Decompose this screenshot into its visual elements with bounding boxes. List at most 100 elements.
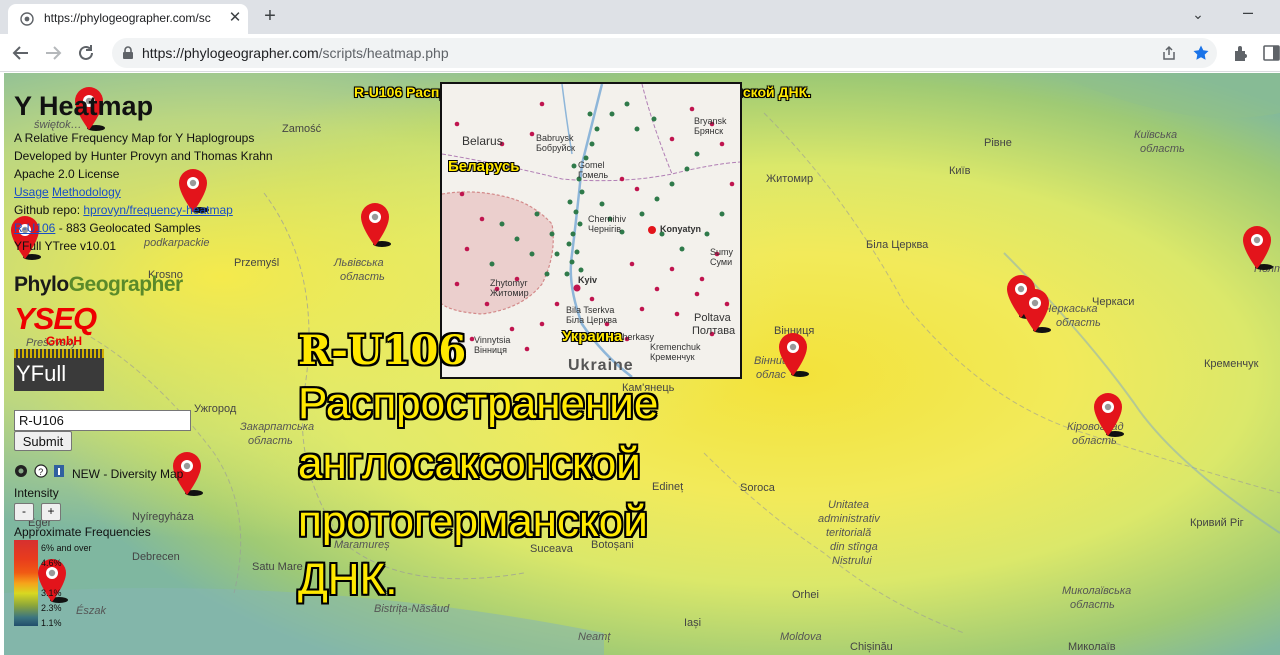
overlay-caption-line: Распространение xyxy=(298,379,659,428)
map-marker-icon[interactable] xyxy=(1240,223,1274,271)
chevron-down-icon[interactable]: ⌄ xyxy=(1186,6,1210,26)
license-text: Apache 2.0 License xyxy=(14,167,120,181)
yfull-logo[interactable]: YFull xyxy=(14,349,104,391)
inset-label: Ukraine xyxy=(568,357,634,374)
layers-icon[interactable] xyxy=(15,465,27,477)
map-label: область xyxy=(1056,317,1101,329)
yseq-logo[interactable]: YSEQ xyxy=(14,301,97,337)
map-label: Рівне xyxy=(984,137,1012,149)
star-icon[interactable] xyxy=(1192,44,1210,62)
map-label: Львівська xyxy=(334,257,384,269)
intensity-increase-button[interactable]: + xyxy=(41,503,61,521)
tab-strip: https://phylogeographer.com/sc ✕ + ⌄ – xyxy=(0,0,1280,34)
methodology-link[interactable]: Methodology xyxy=(52,185,121,199)
share-icon[interactable] xyxy=(1160,44,1178,62)
map-label: область xyxy=(340,271,385,283)
inset-label: Гомель xyxy=(578,170,609,180)
submit-button[interactable]: Submit xyxy=(14,431,72,451)
map-label: Кривий Ріг xyxy=(1190,517,1244,529)
intensity-decrease-button[interactable]: - xyxy=(14,503,34,521)
tab-title: https://phylogeographer.com/sc xyxy=(44,11,211,25)
minimize-icon[interactable]: – xyxy=(1236,2,1260,22)
map-label: Ужгород xyxy=(194,403,237,415)
forward-arrow-icon[interactable] xyxy=(42,42,64,64)
map-label: teritorială xyxy=(826,527,872,539)
lock-icon[interactable] xyxy=(122,46,134,60)
intensity-label: Intensity xyxy=(14,486,59,500)
inset-label: Zhytomyr xyxy=(490,278,528,288)
logo-stripe xyxy=(14,349,104,358)
usage-link[interactable]: Usage xyxy=(14,185,49,199)
github-prefix: Github repo: xyxy=(14,203,84,217)
map-label: Кременчук xyxy=(1204,358,1259,370)
tree-version: YFull YTree v10.01 xyxy=(14,239,117,253)
inset-label: Біла Церква xyxy=(566,315,617,325)
inset-label: Брянск xyxy=(694,126,724,136)
legend-label: 1.1% xyxy=(41,618,62,628)
logo-part: Phylo xyxy=(14,273,69,296)
browser-tab[interactable]: https://phylogeographer.com/sc ✕ xyxy=(8,4,248,34)
overlay-caption-line: ДНК. xyxy=(298,555,398,604)
samples-line: R-U106 - 883 Geolocated Samples xyxy=(14,221,201,235)
side-panel-icon[interactable] xyxy=(1262,43,1280,63)
inset-label: Vinnytsia xyxy=(474,335,511,345)
map-label: Chișinău xyxy=(850,641,893,653)
browser-toolbar: https://phylogeographer.com/scripts/heat… xyxy=(0,34,1280,72)
map-label: Észak xyxy=(76,605,106,617)
map-label: Edineț xyxy=(652,481,684,493)
map-tools: ? xyxy=(15,464,64,478)
haplogroup-link[interactable]: R-U106 xyxy=(14,221,55,235)
map-label: область xyxy=(1140,143,1185,155)
close-icon[interactable]: ✕ xyxy=(226,9,244,27)
map-label: Київська xyxy=(1134,129,1178,141)
inset-label: Gomel xyxy=(578,160,605,170)
samples-count: - 883 Geolocated Samples xyxy=(55,221,201,235)
extensions-icon[interactable] xyxy=(1232,43,1252,63)
inset-label: Бобруйск xyxy=(536,143,575,153)
inset-label: Суми xyxy=(710,257,733,267)
overlay-caption-line: протогерманской xyxy=(298,497,648,546)
help-links: Usage Methodology xyxy=(14,185,121,199)
legend-label: 6% and over xyxy=(41,543,92,553)
diversity-map-link[interactable]: NEW - Diversity Map xyxy=(72,467,183,481)
address-bar[interactable]: https://phylogeographer.com/scripts/heat… xyxy=(112,38,1217,68)
map-label: Satu Mare xyxy=(252,561,303,573)
back-arrow-icon[interactable] xyxy=(10,42,32,64)
inset-label: Konyatyn xyxy=(660,224,702,234)
legend-label: 2.3% xyxy=(41,603,62,613)
inset-label: Житомир xyxy=(490,288,529,298)
globe-icon xyxy=(20,12,34,26)
url-text[interactable]: https://phylogeographer.com/scripts/heat… xyxy=(142,45,449,61)
help-icon[interactable]: ? xyxy=(34,464,48,478)
inset-country-label: Украина xyxy=(562,328,623,345)
map-label: Iași xyxy=(684,617,702,629)
map-label: Neamț xyxy=(578,631,611,643)
map-label: Soroca xyxy=(740,482,775,494)
legend-label: 3.1% xyxy=(41,588,62,598)
yfull-logo-text: YFull xyxy=(16,361,67,386)
inset-label: Kremenchuk xyxy=(650,342,701,352)
map-label: Nistrului xyxy=(832,555,872,567)
reload-icon[interactable] xyxy=(75,42,97,64)
map-label: Zamość xyxy=(282,123,322,135)
map-label: Moldova xyxy=(780,631,822,643)
map-label: din stînga xyxy=(830,541,878,553)
map-marker-icon[interactable] xyxy=(358,200,392,248)
inset-label: Sumy xyxy=(710,247,734,257)
phylogeographer-logo[interactable]: PhyloGeographer xyxy=(14,273,183,297)
url-host: https://phylogeographer.com xyxy=(142,45,319,61)
map-marker-icon[interactable] xyxy=(1018,286,1052,334)
github-link[interactable]: hprovyn/frequency-heatmap xyxy=(83,203,232,217)
map-marker-icon[interactable] xyxy=(1091,390,1125,438)
map-marker-icon[interactable] xyxy=(776,330,810,378)
new-tab-button[interactable]: + xyxy=(258,5,282,29)
map-label: Миколаївська xyxy=(1062,585,1132,597)
legend-label: 4.6% xyxy=(41,558,62,568)
map-label: область xyxy=(1070,599,1115,611)
haplogroup-input[interactable] xyxy=(14,410,191,431)
map-label: Przemyśl xyxy=(234,257,280,269)
info-icon[interactable] xyxy=(54,465,64,477)
map-label: Черкаська xyxy=(1044,303,1098,315)
map-label: podkarpackie xyxy=(144,237,210,249)
map-label: Orhei xyxy=(792,589,819,601)
